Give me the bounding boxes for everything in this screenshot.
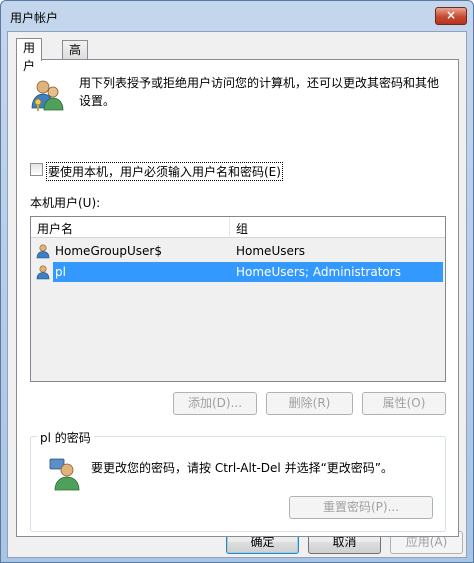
column-divider[interactable] <box>229 217 230 238</box>
list-body: HomeGroupUser$ HomeUsers pl HomeUsers; A… <box>31 239 445 381</box>
window-title: 用户帐户 <box>10 11 59 25</box>
remove-user-button[interactable]: 删除(R) <box>266 392 353 415</box>
row-group: HomeUsers <box>236 244 306 258</box>
column-header-username[interactable]: 用户名 <box>37 220 73 237</box>
users-icon <box>31 80 64 111</box>
table-row-selected[interactable]: pl HomeUsers; Administrators <box>33 262 443 282</box>
dialog-client-area: 用户 高级 用下列表授予或拒绝用户访问您的计算机，还可以更改其密码和其他设置。 … <box>7 31 467 558</box>
password-instructions: 要更改您的密码，请按 Ctrl-Alt-Del 并选择“更改密码”。 <box>91 461 394 475</box>
row-group: HomeUsers; Administrators <box>234 262 443 282</box>
user-accounts-window: 用户帐户 × 用户 高级 用下列表授予或拒绝用户访问您的计算机，还可以更改其密码… <box>0 0 474 563</box>
tab-advanced[interactable]: 高级 <box>62 40 89 75</box>
properties-button[interactable]: 属性(O) <box>362 392 446 415</box>
password-group-title: pl 的密码 <box>37 429 94 446</box>
add-user-button[interactable]: 添加(D)... <box>173 392 257 415</box>
local-users-label: 本机用户(U): <box>30 196 101 210</box>
reset-password-button[interactable]: 重置密码(P)... <box>289 496 433 519</box>
users-tab-panel: 用下列表授予或拒绝用户访问您的计算机，还可以更改其密码和其他设置。 要使用本机，… <box>16 59 459 537</box>
tab-users[interactable]: 用户 <box>16 38 43 73</box>
user-icon <box>36 265 50 280</box>
table-row[interactable]: HomeGroupUser$ HomeUsers <box>33 241 443 261</box>
close-button[interactable]: × <box>435 7 467 25</box>
list-header: 用户名 组 <box>31 217 445 238</box>
require-login-checkbox[interactable] <box>30 163 43 176</box>
info-text: 用下列表授予或拒绝用户访问您的计算机，还可以更改其密码和其他设置。 <box>79 76 440 108</box>
column-header-group[interactable]: 组 <box>236 220 248 237</box>
users-list[interactable]: 用户名 组 HomeGroupUser$ HomeUsers pl HomeUs… <box>30 216 446 382</box>
password-group: pl 的密码 要更改您的密码，请按 Ctrl-Alt-Del 并选择“更改密码”… <box>30 429 446 532</box>
title-bar[interactable]: 用户帐户 × <box>1 1 473 31</box>
require-login-label[interactable]: 要使用本机，用户必须输入用户名和密码(E) <box>46 162 283 181</box>
user-password-icon <box>49 458 80 491</box>
row-username: pl <box>53 262 234 282</box>
user-icon <box>36 244 50 259</box>
row-username: HomeGroupUser$ <box>55 244 162 258</box>
